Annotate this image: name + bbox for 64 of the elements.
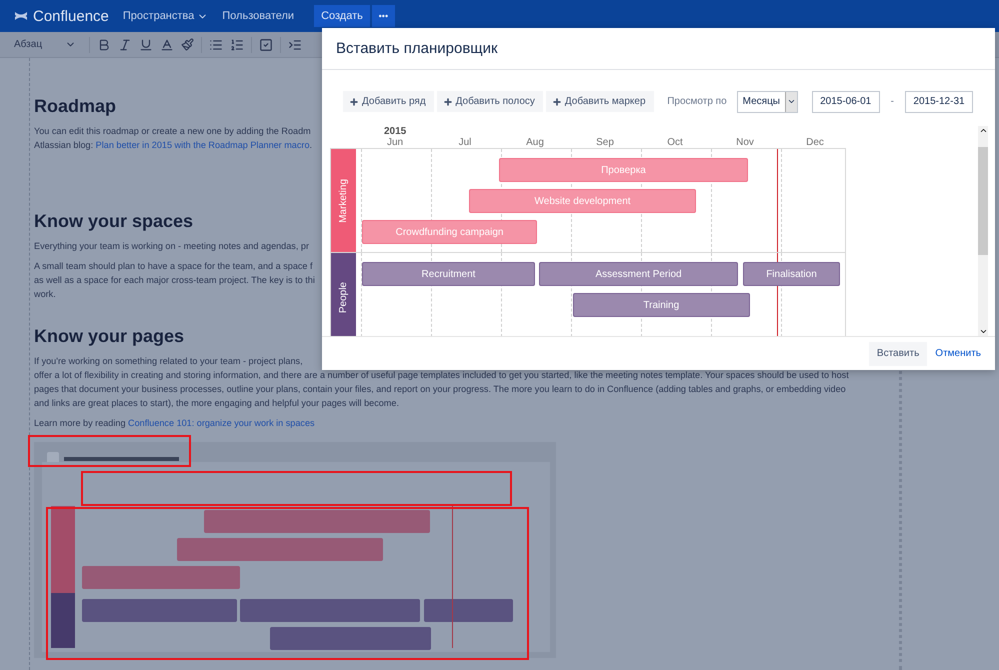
plus-icon — [552, 96, 562, 106]
month-label: Dec — [805, 137, 825, 148]
paragraph-style-select[interactable]: Абзац — [14, 39, 76, 50]
underline-icon[interactable] — [139, 38, 153, 52]
indent-icon[interactable] — [288, 38, 302, 52]
paragraph-line: and links are great places to start), the more engaging and helpful your pages will become. — [34, 397, 399, 410]
chevron-down-icon — [786, 97, 796, 106]
nav-link[interactable]: Пространства — [122, 10, 208, 22]
nav-link[interactable]: Пользователи — [222, 10, 294, 22]
italic-icon[interactable] — [118, 38, 132, 52]
task-list-icon[interactable] — [259, 38, 273, 52]
timeline-bar[interactable]: Training — [572, 293, 750, 317]
text-color-icon[interactable] — [160, 38, 174, 52]
paragraph-line: A small team should plan to have a space for the team, and a space f — [34, 260, 313, 273]
numbered-list-icon[interactable] — [230, 38, 244, 52]
cancel-link[interactable]: Отменить — [935, 348, 981, 359]
text-link[interactable]: Confluence 101: organize your work in spaces — [128, 418, 315, 428]
paragraph-line: You can edit this roadmap or create a new one by adding the Roadm — [34, 125, 311, 138]
paragraph-line: Learn more by reading Confluence 101: organize your work in spaces — [34, 417, 315, 430]
paragraph-line: as well as a space for each major cross-team project. The key is to thi — [34, 274, 315, 287]
scroll-up-icon[interactable] — [978, 126, 988, 135]
paragraph-line: Atlassian blog: Plan better in 2015 with the Roadmap Planner macro. — [34, 139, 312, 152]
add-action-button[interactable]: Добавить ряд — [343, 91, 434, 112]
section-heading: Roadmap — [34, 96, 116, 117]
add-action-button[interactable]: Добавить полосу — [436, 91, 543, 112]
view-by-label: Просмотр по — [667, 96, 727, 107]
lane-label[interactable]: Marketing — [331, 149, 356, 252]
logo-text: Confluence — [33, 8, 109, 24]
timeline-bar[interactable]: Recruitment — [362, 262, 535, 286]
paragraph-line: work. — [34, 288, 56, 301]
bold-icon[interactable] — [97, 38, 111, 52]
month-label: Jul — [458, 137, 472, 148]
month-label: Nov — [735, 137, 755, 148]
plus-icon — [442, 96, 453, 106]
plus-icon — [349, 96, 359, 106]
paragraph-line: pages that document your business processes, outline your plans, contain your files, and report on your progress. The more you learn to do in Confluence (adding tables and graphs, or embedding video — [34, 383, 846, 396]
timeline-bar[interactable]: Assessment Period — [539, 262, 738, 286]
logo-icon — [14, 9, 28, 23]
bullet-list-icon[interactable] — [209, 38, 223, 52]
paragraph-line: If you're working on something related to your team - project plans, — [34, 355, 303, 368]
date-separator: - — [890, 96, 894, 107]
scrollbar[interactable] — [978, 126, 988, 336]
paragraph-line: Everything your team is working on - meeting notes and agendas, pr — [34, 240, 309, 253]
lane-label[interactable]: People — [331, 253, 356, 336]
section-heading: Know your spaces — [34, 211, 194, 232]
view-select[interactable]: Месяцы — [736, 90, 798, 112]
paragraph-line: offer a lot of flexibility in creating and storing information, and there are a number of useful page templates included to get you started, like the meeting notes template. Your spaces should be used to host — [34, 369, 849, 382]
month-label: Sep — [595, 137, 615, 148]
end-date-field[interactable]: 2015-12-31 — [905, 90, 973, 112]
more-button[interactable]: ••• — [370, 5, 395, 27]
dialog-title: Вставить планировщик — [336, 40, 498, 57]
text-style-icon[interactable] — [181, 38, 194, 51]
month-label: Oct — [666, 137, 684, 148]
section-heading: Know your pages — [34, 326, 184, 347]
year-label: 2015 — [384, 126, 406, 137]
month-label: Jun — [386, 137, 404, 148]
insert-button[interactable]: Вставить — [868, 342, 928, 366]
scroll-down-icon[interactable] — [978, 327, 988, 336]
month-label: Aug — [525, 137, 545, 148]
timeline-bar[interactable]: Finalisation — [742, 262, 840, 286]
create-button[interactable]: Создать — [314, 5, 370, 27]
start-date-field[interactable]: 2015-06-01 — [812, 90, 880, 112]
text-link[interactable]: Plan better in 2015 with the Roadmap Planner macro — [96, 140, 310, 150]
add-action-button[interactable]: Добавить маркер — [546, 91, 654, 112]
